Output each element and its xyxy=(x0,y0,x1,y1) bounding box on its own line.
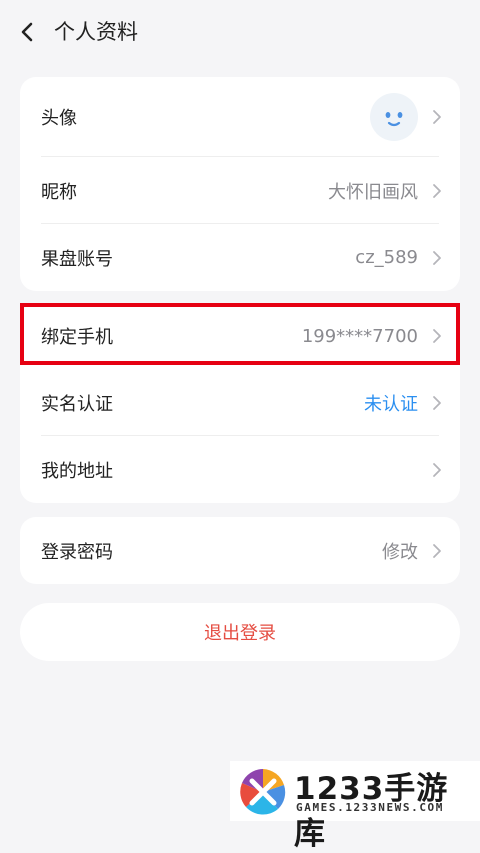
profile-card-basic: 头像 昵称 大怀旧画风 果盘账号 cz_589 xyxy=(20,77,460,291)
brand-logo-icon xyxy=(239,768,287,816)
realname-status: 未认证 xyxy=(364,393,418,415)
smiley-face-icon xyxy=(385,112,403,127)
password-label: 登录密码 xyxy=(41,541,113,563)
nickname-label: 昵称 xyxy=(41,181,77,203)
row-account[interactable]: 果盘账号 cz_589 xyxy=(20,224,460,291)
page-title: 个人资料 xyxy=(54,20,138,44)
chevron-right-icon xyxy=(433,462,441,477)
chevron-left-icon xyxy=(21,22,33,42)
realname-label: 实名认证 xyxy=(41,393,113,415)
password-action: 修改 xyxy=(382,541,418,563)
avatar-label: 头像 xyxy=(41,108,77,129)
chevron-right-icon xyxy=(433,329,441,343)
chevron-right-icon xyxy=(433,543,441,558)
account-label: 果盘账号 xyxy=(41,248,113,270)
chevron-right-icon xyxy=(433,183,441,198)
avatar[interactable] xyxy=(370,93,418,141)
row-avatar[interactable]: 头像 xyxy=(20,77,460,157)
phone-label: 绑定手机 xyxy=(41,327,113,348)
chevron-right-icon xyxy=(433,395,441,410)
row-realname[interactable]: 实名认证 未认证 xyxy=(20,369,460,436)
account-value: cz_589 xyxy=(355,247,418,268)
back-button[interactable] xyxy=(14,18,42,46)
chevron-right-icon xyxy=(433,250,441,265)
phone-value: 199****7700 xyxy=(301,325,418,347)
header-bar: 个人资料 xyxy=(0,0,480,64)
row-nickname[interactable]: 昵称 大怀旧画风 xyxy=(20,157,460,224)
nickname-value: 大怀旧画风 xyxy=(328,181,418,203)
chevron-right-icon xyxy=(433,110,441,124)
logout-button[interactable]: 退出登录 xyxy=(20,603,460,661)
address-label: 我的地址 xyxy=(41,460,113,482)
watermark-site: GAMES.1233NEWS.COM xyxy=(296,801,445,814)
watermark: 1233手游库 GAMES.1233NEWS.COM xyxy=(230,761,480,852)
row-password[interactable]: 登录密码 修改 xyxy=(20,517,460,584)
profile-card-security: 绑定手机 199****7700 实名认证 未认证 我的地址 xyxy=(20,303,460,503)
row-bind-phone[interactable]: 绑定手机 199****7700 xyxy=(20,303,460,369)
row-address[interactable]: 我的地址 xyxy=(20,436,460,503)
profile-card-password: 登录密码 修改 xyxy=(20,517,460,584)
